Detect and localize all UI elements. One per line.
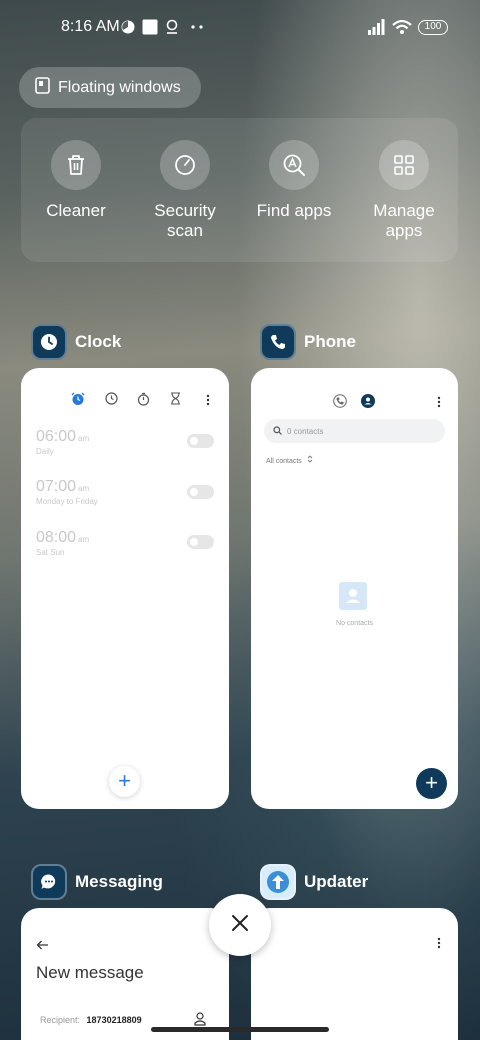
quick-actions-panel: Cleaner Security scan Find apps Manage a…: [21, 118, 458, 262]
updater-icon: [260, 864, 296, 900]
floating-windows-label: Floating windows: [58, 78, 181, 96]
phone-icon: [260, 324, 296, 360]
phone-app-card[interactable]: 0 contacts All contacts No contacts +: [251, 368, 458, 809]
clock-tabs: [71, 392, 181, 411]
phone-app-header[interactable]: Phone: [260, 324, 356, 360]
add-contact-button[interactable]: +: [416, 768, 447, 799]
status-time: 8:16 AM: [61, 18, 120, 35]
stopwatch-icon[interactable]: [137, 392, 150, 411]
empty-contacts-text: No contacts: [336, 620, 373, 627]
clock-app-header[interactable]: Clock: [31, 324, 121, 360]
alarm-days: Daily: [36, 447, 54, 456]
contacts-search-placeholder: 0 contacts: [287, 426, 324, 436]
alarm-icon[interactable]: [71, 392, 85, 411]
location-pin-icon: [165, 18, 179, 36]
clock-more-icon[interactable]: [206, 394, 210, 409]
all-contacts-label: All contacts: [266, 458, 302, 465]
updater-app-card[interactable]: [251, 908, 458, 1040]
contacts-search-input[interactable]: 0 contacts: [264, 419, 445, 443]
security-scan-label: Security scan: [154, 201, 216, 240]
alarm-item[interactable]: 07:00 am Monday to Friday: [36, 478, 98, 506]
grid-apps-icon: [379, 140, 429, 190]
alarm-toggle[interactable]: [187, 535, 214, 549]
pie-chart-icon: [121, 18, 135, 36]
alarm-time: 06:00: [36, 428, 77, 445]
back-arrow-icon[interactable]: [36, 937, 49, 955]
alarm-item[interactable]: 08:00 am Sat Sun: [36, 529, 89, 557]
wifi-icon: [392, 18, 412, 36]
updater-more-icon[interactable]: [437, 937, 441, 952]
cleaner-label: Cleaner: [46, 201, 106, 220]
alarm-ampm: am: [78, 434, 90, 443]
sort-arrows-icon: [307, 455, 313, 465]
status-bar: 8:16 AM 100: [0, 0, 480, 56]
find-apps-button[interactable]: Find apps: [244, 140, 344, 221]
floating-windows-button[interactable]: Floating windows: [19, 67, 201, 108]
alarm-time: 08:00: [36, 529, 77, 546]
cleaner-button[interactable]: Cleaner: [26, 140, 126, 221]
search-icon: [273, 425, 282, 437]
gesture-nav-handle[interactable]: [151, 1027, 329, 1032]
recipient-field[interactable]: Recipient: 18730218809: [40, 1015, 142, 1025]
messaging-app-header[interactable]: Messaging: [31, 864, 163, 900]
square-notification-icon: [142, 18, 158, 36]
phone-app-name: Phone: [304, 332, 356, 351]
more-dots-icon: [191, 18, 203, 36]
phone-more-icon[interactable]: [437, 396, 441, 411]
close-icon: [231, 914, 249, 937]
alarm-days: Sat Sun: [36, 548, 65, 557]
security-scan-icon: [160, 140, 210, 190]
floating-window-icon: [35, 76, 50, 99]
clock-app-card[interactable]: 06:00 am Daily 07:00 am Monday to Friday 0…: [21, 368, 229, 809]
add-alarm-button[interactable]: +: [109, 766, 140, 797]
alarm-time: 07:00: [36, 478, 77, 495]
alarm-toggle[interactable]: [187, 485, 214, 499]
alarm-ampm: am: [78, 535, 90, 544]
alarm-item[interactable]: 06:00 am Daily: [36, 428, 89, 456]
alarm-days: Monday to Friday: [36, 497, 98, 506]
battery-icon: 100: [418, 20, 448, 35]
all-contacts-filter[interactable]: All contacts: [266, 455, 313, 465]
new-message-title: New message: [36, 963, 144, 982]
messaging-app-name: Messaging: [75, 872, 163, 891]
signal-icon: [368, 18, 385, 36]
security-scan-button[interactable]: Security scan: [135, 140, 235, 241]
trash-icon: [51, 140, 101, 190]
clock-icon: [31, 324, 67, 360]
manage-apps-button[interactable]: Manage apps: [354, 140, 454, 241]
empty-contacts-icon: [339, 582, 367, 610]
world-clock-icon[interactable]: [105, 392, 118, 411]
manage-apps-label: Manage apps: [373, 201, 435, 240]
close-all-button[interactable]: [209, 894, 271, 956]
recipient-label: Recipient:: [40, 1015, 81, 1025]
timer-icon[interactable]: [170, 392, 181, 411]
updater-app-header[interactable]: Updater: [260, 864, 368, 900]
updater-app-name: Updater: [304, 872, 369, 891]
call-log-tab-icon[interactable]: [333, 394, 347, 413]
find-apps-label: Find apps: [256, 201, 332, 220]
messaging-app-card[interactable]: New message Recipient: 18730218809: [21, 908, 229, 1040]
find-apps-icon: [269, 140, 319, 190]
alarm-ampm: am: [78, 484, 90, 493]
messaging-icon: [31, 864, 67, 900]
contacts-tab-icon[interactable]: [361, 394, 375, 413]
clock-app-name: Clock: [75, 332, 122, 351]
alarm-toggle[interactable]: [187, 434, 214, 448]
recipient-value: 18730218809: [86, 1015, 142, 1025]
